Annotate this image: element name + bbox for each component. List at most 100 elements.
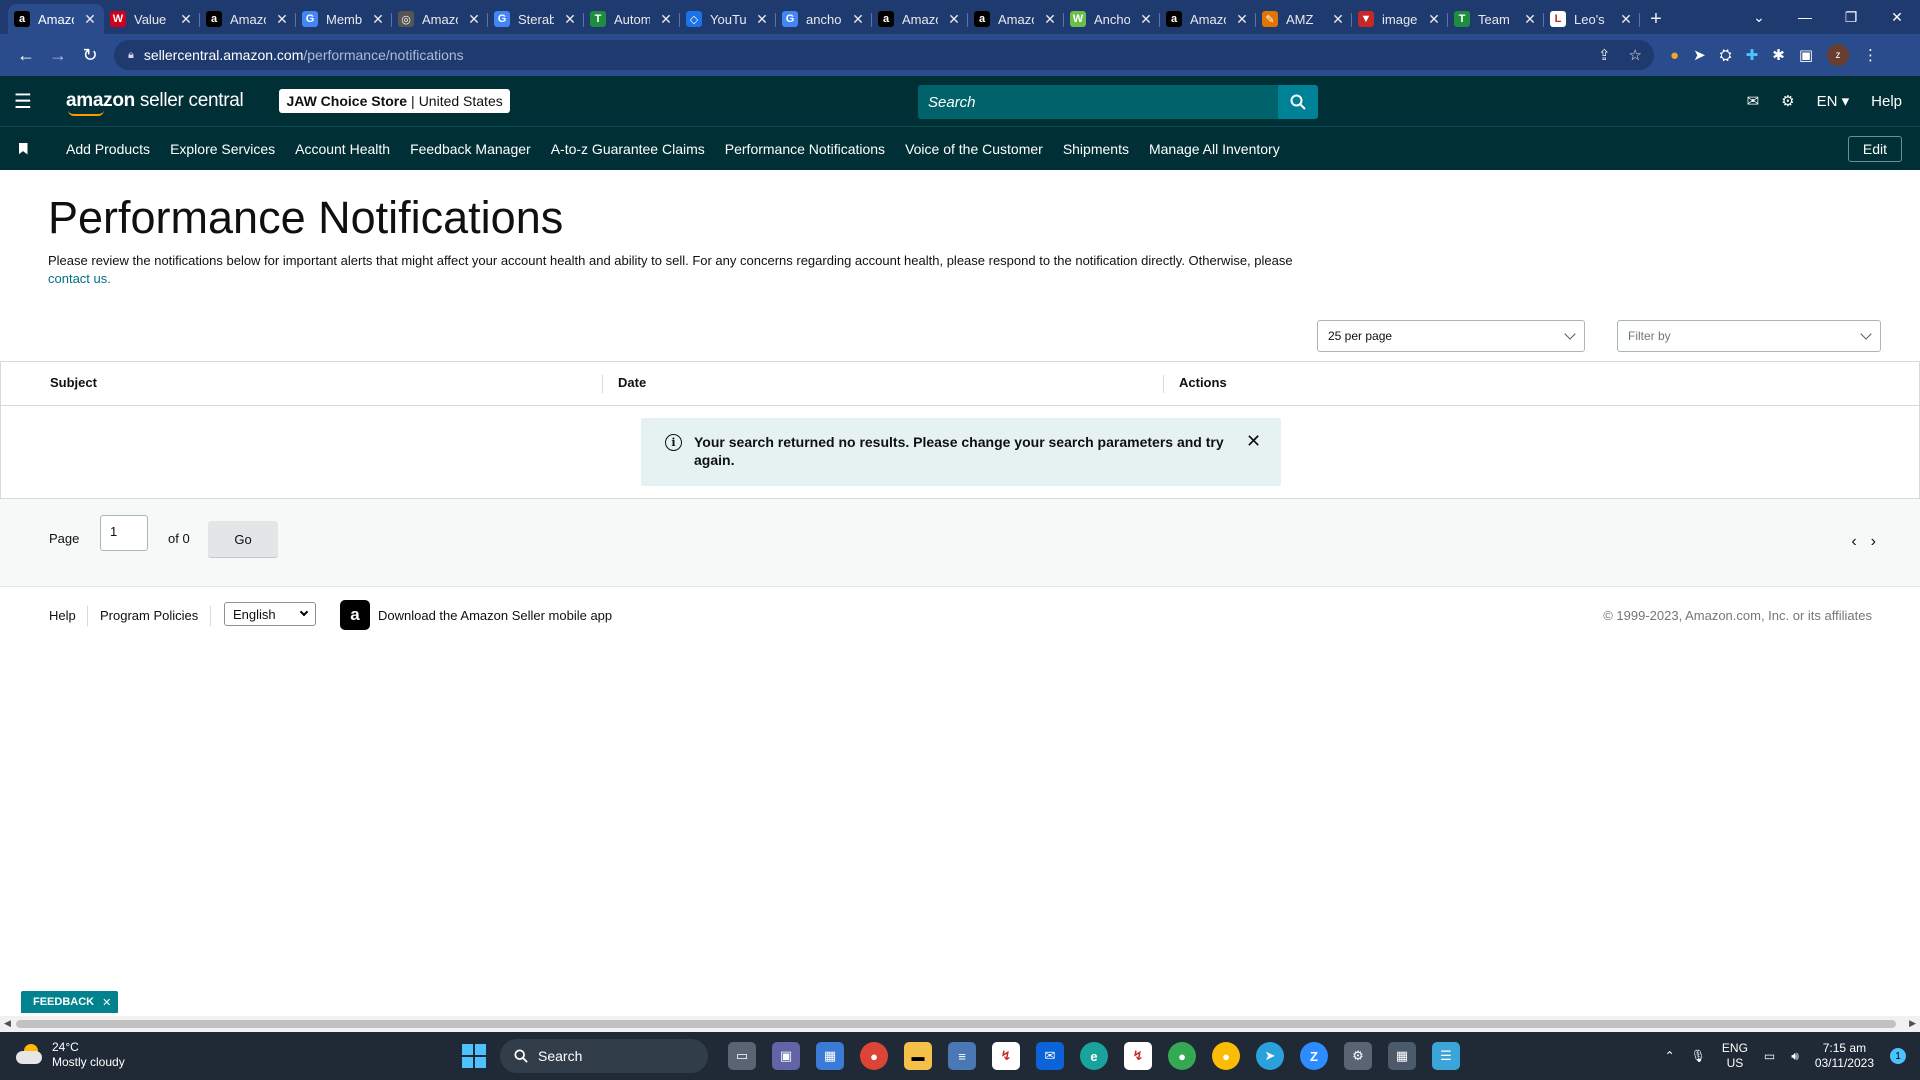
- extensions-puzzle-icon[interactable]: ✱: [1772, 46, 1785, 64]
- tab-close-icon[interactable]: ✕: [946, 11, 962, 28]
- browser-tab[interactable]: ◎ Amazon ✕: [392, 4, 488, 34]
- footer-language-select[interactable]: English: [224, 602, 316, 626]
- scroll-left-arrow-icon[interactable]: ◀: [4, 1018, 11, 1029]
- browser-tab[interactable]: a Amazon ✕: [872, 4, 968, 34]
- weather-widget[interactable]: 24°C Mostly cloudy: [16, 1040, 125, 1070]
- clock[interactable]: 7:15 am 03/11/2023: [1815, 1041, 1874, 1071]
- tab-close-icon[interactable]: ✕: [754, 11, 770, 28]
- file-explorer-icon[interactable]: ▬: [904, 1042, 932, 1070]
- extension-puzzle-small-icon[interactable]: ✚: [1746, 46, 1759, 64]
- nav-item-performance-notifications[interactable]: Performance Notifications: [725, 141, 885, 157]
- zoom-icon[interactable]: Z: [1300, 1042, 1328, 1070]
- amazon-seller-app-icon[interactable]: a: [340, 600, 370, 630]
- back-button[interactable]: ←: [10, 39, 42, 71]
- stock-app-icon[interactable]: ↯: [992, 1042, 1020, 1070]
- browser-tab[interactable]: W Value ✕: [104, 4, 200, 34]
- help-link[interactable]: Help: [1871, 93, 1902, 110]
- browser-tab[interactable]: T Team ✕: [1448, 4, 1544, 34]
- nav-item-a-to-z-guarantee-claims[interactable]: A-to-z Guarantee Claims: [551, 141, 705, 157]
- hamburger-menu-icon[interactable]: ☰: [0, 76, 46, 126]
- nav-item-manage-all-inventory[interactable]: Manage All Inventory: [1149, 141, 1280, 157]
- mail-icon[interactable]: ✉: [1747, 92, 1760, 110]
- tab-close-icon[interactable]: ✕: [658, 11, 674, 28]
- program-policies-link[interactable]: Program Policies: [100, 608, 198, 623]
- close-feedback-icon[interactable]: ✕: [102, 996, 111, 1009]
- browser-tab[interactable]: T Autom ✕: [584, 4, 680, 34]
- tab-close-icon[interactable]: ✕: [274, 11, 290, 28]
- go-button[interactable]: Go: [208, 521, 278, 557]
- tab-close-icon[interactable]: ✕: [1234, 11, 1250, 28]
- server-manager-icon[interactable]: ≡: [948, 1042, 976, 1070]
- tab-close-icon[interactable]: ✕: [562, 11, 578, 28]
- new-tab-button[interactable]: +: [1640, 4, 1672, 34]
- extension-circle-icon[interactable]: ●: [1670, 47, 1679, 64]
- browser-tab[interactable]: ▼ image ✕: [1352, 4, 1448, 34]
- column-subject[interactable]: Subject: [50, 375, 97, 390]
- scrollbar-thumb[interactable]: [16, 1020, 1896, 1028]
- footer-help-link[interactable]: Help: [49, 608, 76, 623]
- tab-close-icon[interactable]: ✕: [1138, 11, 1154, 28]
- stock-app-2-icon[interactable]: ↯: [1124, 1042, 1152, 1070]
- minimize-button[interactable]: —: [1782, 0, 1828, 34]
- search-button[interactable]: [1278, 85, 1318, 119]
- chevron-right-icon[interactable]: ›: [1871, 533, 1876, 551]
- extension-arrow-icon[interactable]: ➤: [1693, 46, 1706, 64]
- mail-app-icon[interactable]: ✉: [1036, 1042, 1064, 1070]
- nav-item-add-products[interactable]: Add Products: [66, 141, 150, 157]
- download-app-link[interactable]: Download the Amazon Seller mobile app: [378, 608, 612, 623]
- nav-item-shipments[interactable]: Shipments: [1063, 141, 1129, 157]
- settings-app-icon[interactable]: ⚙: [1344, 1042, 1372, 1070]
- tab-close-icon[interactable]: ✕: [370, 11, 386, 28]
- profile-avatar[interactable]: z: [1827, 44, 1849, 66]
- browser-tab[interactable]: a Amazon ✕: [8, 4, 104, 34]
- tab-close-icon[interactable]: ✕: [1042, 11, 1058, 28]
- share-icon[interactable]: ⇪: [1598, 46, 1611, 64]
- bookmark-icon[interactable]: [0, 142, 46, 155]
- forward-button[interactable]: →: [42, 39, 74, 71]
- calculator-icon[interactable]: ▦: [1388, 1042, 1416, 1070]
- extension-off-icon[interactable]: ⛭: [1720, 47, 1732, 64]
- scroll-right-arrow-icon[interactable]: ▶: [1909, 1018, 1916, 1029]
- tab-search-icon[interactable]: ⌄: [1736, 0, 1782, 34]
- browser-tab[interactable]: Ganchor ✕: [776, 4, 872, 34]
- nav-item-feedback-manager[interactable]: Feedback Manager: [410, 141, 531, 157]
- tab-close-icon[interactable]: ✕: [178, 11, 194, 28]
- language-indicator[interactable]: ENG US: [1722, 1041, 1748, 1071]
- close-alert-icon[interactable]: ✕: [1246, 431, 1261, 452]
- bookmark-star-icon[interactable]: ☆: [1629, 46, 1642, 64]
- browser-tab[interactable]: L Leo's ✕: [1544, 4, 1640, 34]
- notification-badge[interactable]: 1: [1890, 1048, 1906, 1064]
- tab-close-icon[interactable]: ✕: [82, 11, 98, 28]
- teams-chat-icon[interactable]: ▣: [772, 1042, 800, 1070]
- side-panel-icon[interactable]: ▣: [1799, 46, 1813, 64]
- microphone-icon[interactable]: 🎙︎: [1691, 1049, 1706, 1063]
- chrome-active-icon[interactable]: ●: [1212, 1042, 1240, 1070]
- tray-chevron-up-icon[interactable]: ⌃: [1665, 1049, 1675, 1063]
- task-view-icon[interactable]: ▭: [728, 1042, 756, 1070]
- restore-button[interactable]: ❐: [1828, 0, 1874, 34]
- tab-close-icon[interactable]: ✕: [1522, 11, 1538, 28]
- seller-central-logo[interactable]: amazon seller central: [66, 90, 244, 116]
- nav-item-voice-of-the-customer[interactable]: Voice of the Customer: [905, 141, 1043, 157]
- address-bar[interactable]: 🔒︎ sellercentral.amazon.com/performance/…: [114, 40, 1654, 70]
- tab-close-icon[interactable]: ✕: [1426, 11, 1442, 28]
- nav-item-account-health[interactable]: Account Health: [295, 141, 390, 157]
- tab-close-icon[interactable]: ✕: [1330, 11, 1346, 28]
- reload-button[interactable]: ↻: [74, 39, 106, 71]
- edit-nav-button[interactable]: Edit: [1847, 136, 1902, 162]
- search-input[interactable]: Search: [918, 85, 1278, 119]
- close-window-button[interactable]: ✕: [1874, 0, 1920, 34]
- browser-tab[interactable]: W Anchor ✕: [1064, 4, 1160, 34]
- browser-tab[interactable]: ✎ AMZ ✕: [1256, 4, 1352, 34]
- tab-close-icon[interactable]: ✕: [466, 11, 482, 28]
- browser-tab[interactable]: a Amazon ✕: [968, 4, 1064, 34]
- tab-close-icon[interactable]: ✕: [1618, 11, 1634, 28]
- volume-icon[interactable]: 🔊︎: [1791, 1049, 1799, 1064]
- language-selector[interactable]: EN ▾: [1817, 92, 1850, 110]
- settings-gear-icon[interactable]: ⚙: [1781, 92, 1794, 110]
- chrome-profile-icon[interactable]: ●: [1168, 1042, 1196, 1070]
- page-number-input[interactable]: 1: [100, 515, 148, 551]
- browser-menu-icon[interactable]: ⋮: [1863, 46, 1878, 64]
- browser-tab[interactable]: a Amazon ✕: [200, 4, 296, 34]
- per-page-select[interactable]: 25 per page: [1317, 320, 1585, 352]
